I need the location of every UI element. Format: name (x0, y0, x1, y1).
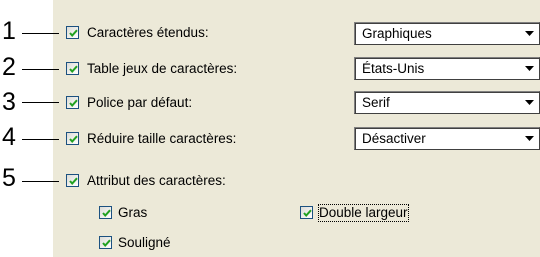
callout-number-5: 5 (2, 164, 16, 192)
default-font-checkbox[interactable] (66, 96, 79, 109)
checkmark-icon (69, 135, 78, 144)
bold-label: Gras (118, 205, 148, 220)
callout-number-2: 2 (2, 53, 16, 81)
reduce-size-value: Désactiver (362, 131, 426, 146)
checkmark-icon (102, 209, 111, 218)
checkmark-icon (303, 209, 312, 218)
chevron-down-icon[interactable] (521, 23, 539, 44)
callout-number-1: 1 (2, 17, 16, 45)
default-font-select[interactable]: Serif (354, 91, 540, 114)
callout-line-2 (22, 69, 59, 70)
default-font-value: Serif (362, 95, 390, 110)
underline-checkbox[interactable] (99, 236, 112, 249)
reduce-size-label: Réduire taille caractères: (87, 131, 237, 146)
checkmark-icon (69, 177, 78, 186)
checkmark-icon (102, 239, 111, 248)
char-attributes-label: Attribut des caractères: (87, 173, 226, 188)
extended-chars-checkbox[interactable] (66, 26, 79, 39)
callout-line-3 (22, 102, 59, 103)
checkmark-icon (69, 65, 78, 74)
callout-number-4: 4 (2, 123, 16, 151)
default-font-label: Police par défaut: (87, 95, 193, 110)
chevron-down-icon[interactable] (521, 128, 539, 149)
extended-chars-select[interactable]: Graphiques (354, 22, 540, 45)
reduce-size-checkbox[interactable] (66, 132, 79, 145)
charset-table-checkbox[interactable] (66, 62, 79, 75)
chevron-down-icon[interactable] (521, 58, 539, 79)
underline-label: Souligné (118, 235, 171, 250)
extended-chars-value: Graphiques (362, 26, 432, 41)
charset-table-label: Table jeux de caractères: (87, 61, 238, 76)
double-width-checkbox[interactable] (300, 206, 313, 219)
reduce-size-select[interactable]: Désactiver (354, 127, 540, 150)
printer-settings-figure: 1 2 3 4 5 Caractères étendus: Graphiques… (0, 0, 540, 257)
charset-table-select[interactable]: États-Unis (354, 57, 540, 80)
callout-number-3: 3 (2, 88, 16, 116)
double-width-label: Double largeur (318, 204, 409, 222)
checkmark-icon (69, 99, 78, 108)
chevron-down-icon[interactable] (521, 92, 539, 113)
callout-line-4 (22, 139, 59, 140)
bold-checkbox[interactable] (99, 206, 112, 219)
callout-line-5 (22, 181, 59, 182)
callout-line-1 (22, 33, 59, 34)
checkmark-icon (69, 29, 78, 38)
charset-table-value: États-Unis (362, 61, 425, 76)
char-attributes-checkbox[interactable] (66, 174, 79, 187)
extended-chars-label: Caractères étendus: (87, 25, 209, 40)
